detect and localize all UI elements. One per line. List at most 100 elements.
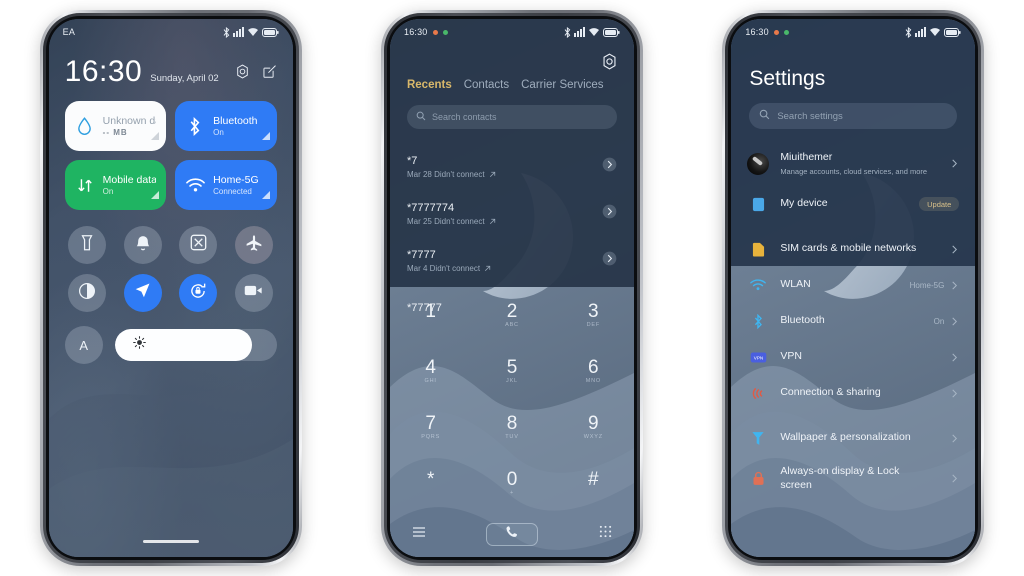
settings-item-wlan[interactable]: WLAN Home-5G xyxy=(731,267,975,303)
dialpad-key[interactable]: * xyxy=(390,455,471,511)
tab-contacts[interactable]: Contacts xyxy=(464,79,509,91)
phone-screen: 16:30 Settings Search settings Miuitheme… xyxy=(731,19,976,557)
toggle-airplane-mode[interactable] xyxy=(234,226,273,264)
hamburger-menu-icon[interactable] xyxy=(412,525,426,543)
dialer-app: 16:30 Recents Contacts Carrier Services … xyxy=(389,19,634,557)
dialpad-key[interactable]: 0 + xyxy=(471,455,552,511)
edit-icon[interactable] xyxy=(262,64,277,84)
mobile-data-icon xyxy=(75,177,95,194)
wifi-icon xyxy=(930,28,941,36)
dialpad-key[interactable]: 2 ABC xyxy=(471,287,552,343)
dialpad-key[interactable]: # xyxy=(553,455,634,511)
wifi-icon xyxy=(747,279,769,291)
status-time: 16:30 xyxy=(745,27,769,37)
tile-bluetooth[interactable]: Bluetooth On xyxy=(175,101,277,151)
settings-gear-icon[interactable] xyxy=(601,53,618,75)
toggle-flashlight[interactable] xyxy=(68,226,107,264)
dialpad-letters: GHI xyxy=(424,377,437,384)
outgoing-arrow-icon xyxy=(489,171,495,177)
settings-item-wallpaper[interactable]: Wallpaper & personalization xyxy=(731,420,975,456)
expand-corner-icon[interactable] xyxy=(151,186,160,204)
connection-sharing-icon xyxy=(747,386,769,401)
chevron-right-icon xyxy=(952,159,958,168)
settings-item-lock-screen[interactable]: Always-on display & Lock screen xyxy=(731,456,975,501)
chevron-right-icon xyxy=(952,281,958,289)
dialpad-letters: MNO xyxy=(585,377,601,384)
dialpad-letters: + xyxy=(509,489,514,496)
svg-text:VPN: VPN xyxy=(754,355,763,360)
settings-item-account[interactable]: Miuithemer Manage accounts, cloud servic… xyxy=(731,141,975,186)
bluetooth-icon xyxy=(185,116,205,136)
call-button[interactable] xyxy=(486,522,539,546)
dialpad-key[interactable]: 5 JKL xyxy=(471,343,552,399)
search-contacts-input[interactable]: Search contacts xyxy=(406,105,617,129)
update-badge[interactable]: Update xyxy=(919,197,960,211)
settings-item-label: WLAN xyxy=(780,278,811,291)
chevron-right-icon[interactable] xyxy=(602,204,617,224)
tab-carrier-services[interactable]: Carrier Services xyxy=(521,79,603,91)
dialpad-digit: # xyxy=(588,468,599,490)
toggle-location[interactable] xyxy=(123,274,162,312)
toggle-screenshot[interactable] xyxy=(179,226,218,264)
settings-item-vpn[interactable]: VPN VPN xyxy=(731,339,975,375)
settings-list[interactable]: Miuithemer Manage accounts, cloud servic… xyxy=(731,141,975,557)
settings-item-connection-sharing[interactable]: Connection & sharing xyxy=(731,375,975,411)
toggle-rotation-lock[interactable] xyxy=(179,274,218,312)
call-number: *7777 xyxy=(406,248,436,261)
video-camera-icon xyxy=(244,284,263,302)
settings-item-my-device[interactable]: My device Update xyxy=(731,186,975,222)
dialpad-key[interactable]: 8 TUV xyxy=(471,399,552,455)
settings-item-sim-cards[interactable]: SIM cards & mobile networks xyxy=(731,231,975,267)
dialpad[interactable]: 1 2 ABC 3 DEF 4 GHI 5 JKL 6 MNO 7 PQRS 8 TUV 9W… xyxy=(390,287,634,511)
call-list-item[interactable]: *7 Mar 28 Didn't connect xyxy=(390,143,634,190)
dialpad-key[interactable]: 1 xyxy=(390,287,471,343)
phone-mockup-stage: EA 16:30 Sunday, April 02 Unknown d -- M… xyxy=(0,0,1024,576)
bluetooth-icon xyxy=(905,26,912,38)
chevron-right-icon[interactable] xyxy=(602,157,617,177)
page-title: Settings xyxy=(749,67,826,90)
call-meta-text: Mar 25 Didn't connect xyxy=(406,216,485,226)
toggle-auto-brightness[interactable]: A xyxy=(64,326,103,364)
settings-item-label: Wallpaper & personalization xyxy=(780,431,911,444)
phone-handset-icon xyxy=(505,525,519,544)
brightness-slider[interactable] xyxy=(114,329,277,361)
settings-gear-icon[interactable] xyxy=(235,64,250,84)
tile-subtitle: On xyxy=(213,128,224,137)
tile-title: Home-5G xyxy=(213,174,259,186)
toggle-do-not-disturb[interactable] xyxy=(123,226,162,264)
keypad-grid-icon[interactable] xyxy=(599,525,612,543)
tile-title: Unknown data plan xyxy=(102,115,157,127)
expand-corner-icon[interactable] xyxy=(151,127,160,145)
toggle-screen-recorder[interactable] xyxy=(234,274,273,312)
battery-icon xyxy=(944,27,961,37)
expand-corner-icon[interactable] xyxy=(261,127,270,145)
dialpad-key[interactable]: 3 DEF xyxy=(553,287,634,343)
call-meta-text: Mar 4 Didn't connect xyxy=(406,263,481,273)
notification-dot-orange xyxy=(432,29,438,35)
call-list-item[interactable]: *7777 Mar 4 Didn't connect xyxy=(390,237,634,284)
home-indicator[interactable] xyxy=(142,540,199,543)
phone-settings: 16:30 Settings Search settings Miuitheme… xyxy=(722,10,985,566)
dialpad-key[interactable]: 4 GHI xyxy=(390,343,471,399)
sim-card-icon xyxy=(747,242,769,257)
search-placeholder: Search contacts xyxy=(431,112,497,122)
toggle-dark-mode[interactable] xyxy=(68,274,107,312)
tab-recents[interactable]: Recents xyxy=(407,79,452,91)
dialpad-key[interactable]: 9 WXYZ xyxy=(553,399,634,455)
dialpad-digit: 7 xyxy=(425,412,436,434)
account-avatar xyxy=(747,152,770,175)
dialpad-key[interactable]: 6 MNO xyxy=(553,343,634,399)
tile-wifi[interactable]: Home-5G Connected xyxy=(175,160,277,210)
tile-subtitle: On xyxy=(102,187,114,196)
expand-corner-icon[interactable] xyxy=(261,186,270,204)
settings-item-bluetooth[interactable]: Bluetooth On xyxy=(731,303,975,339)
outgoing-arrow-icon xyxy=(485,265,491,271)
call-list-item[interactable]: *7777774 Mar 25 Didn't connect xyxy=(390,190,634,237)
tile-data-plan[interactable]: Unknown data plan -- MB xyxy=(64,101,167,151)
outgoing-arrow-icon xyxy=(489,218,495,224)
tile-mobile-data[interactable]: Mobile data On xyxy=(64,160,167,210)
dialpad-key[interactable]: 7 PQRS xyxy=(390,399,471,455)
search-settings-input[interactable]: Search settings xyxy=(749,103,958,129)
chevron-right-icon[interactable] xyxy=(602,251,617,271)
settings-item-label: My device xyxy=(780,197,828,210)
